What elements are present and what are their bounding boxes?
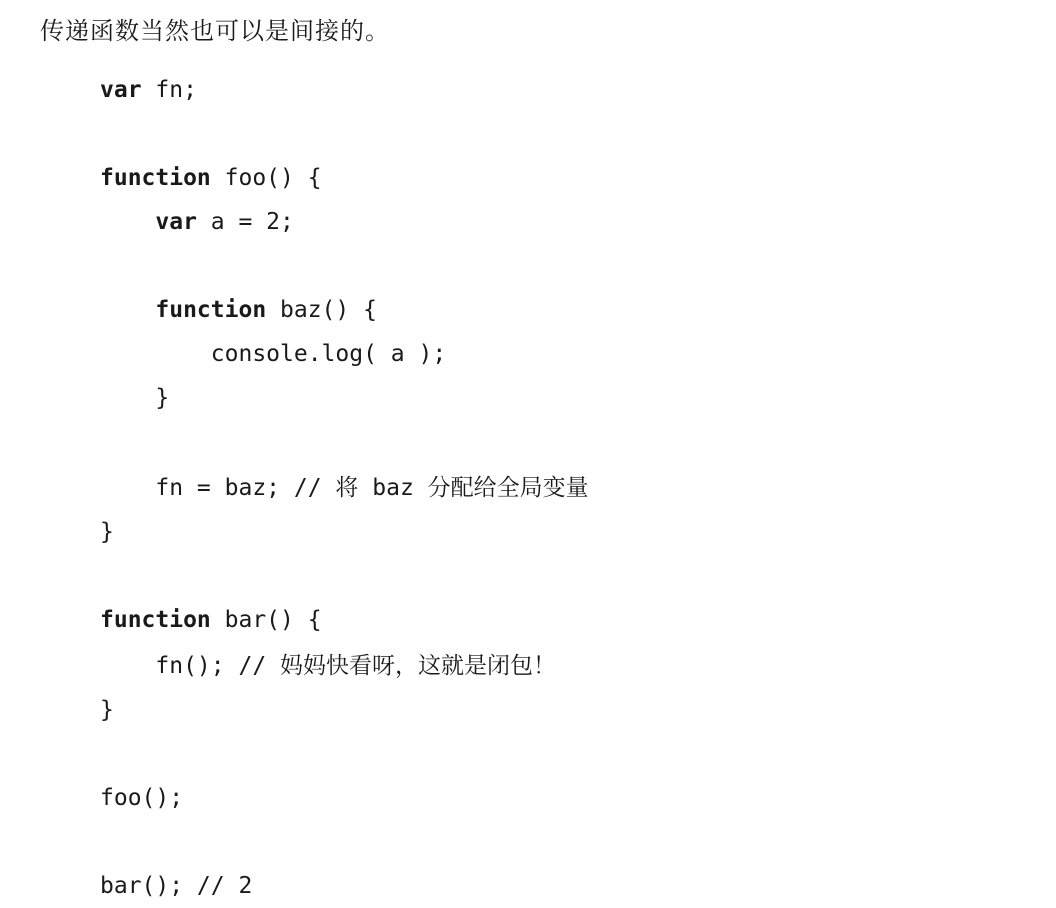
keyword-var: var xyxy=(100,209,197,235)
code-text: foo(); xyxy=(100,785,183,811)
code-text: bar() { xyxy=(211,607,322,633)
code-text: fn; xyxy=(142,77,197,103)
keyword-var: var xyxy=(100,77,142,103)
code-text: fn = baz; // xyxy=(100,475,335,501)
code-text: foo() { xyxy=(211,165,322,191)
comment-cjk: 妈妈快看呀，这就是闭包！ xyxy=(280,647,556,680)
code-text: } xyxy=(100,519,114,545)
comment-cjk: 将 xyxy=(335,469,358,502)
keyword-function: function xyxy=(100,165,211,191)
code-block: var fn; function foo() { var a = 2; func… xyxy=(100,68,1016,908)
comment-cjk: 分配给全局变量 xyxy=(428,469,589,502)
code-text: a = 2; xyxy=(197,209,294,235)
keyword-function: function xyxy=(100,297,266,323)
code-text: bar(); // 2 xyxy=(100,873,252,899)
code-text: } xyxy=(100,385,169,411)
code-text: console.log( a ); xyxy=(100,341,446,367)
code-text: fn(); // xyxy=(100,653,280,679)
code-text: } xyxy=(100,697,114,723)
code-text: baz() { xyxy=(266,297,377,323)
code-text: baz xyxy=(358,475,427,501)
intro-paragraph: 传递函数当然也可以是间接的。 xyxy=(40,10,1016,48)
keyword-function: function xyxy=(100,607,211,633)
